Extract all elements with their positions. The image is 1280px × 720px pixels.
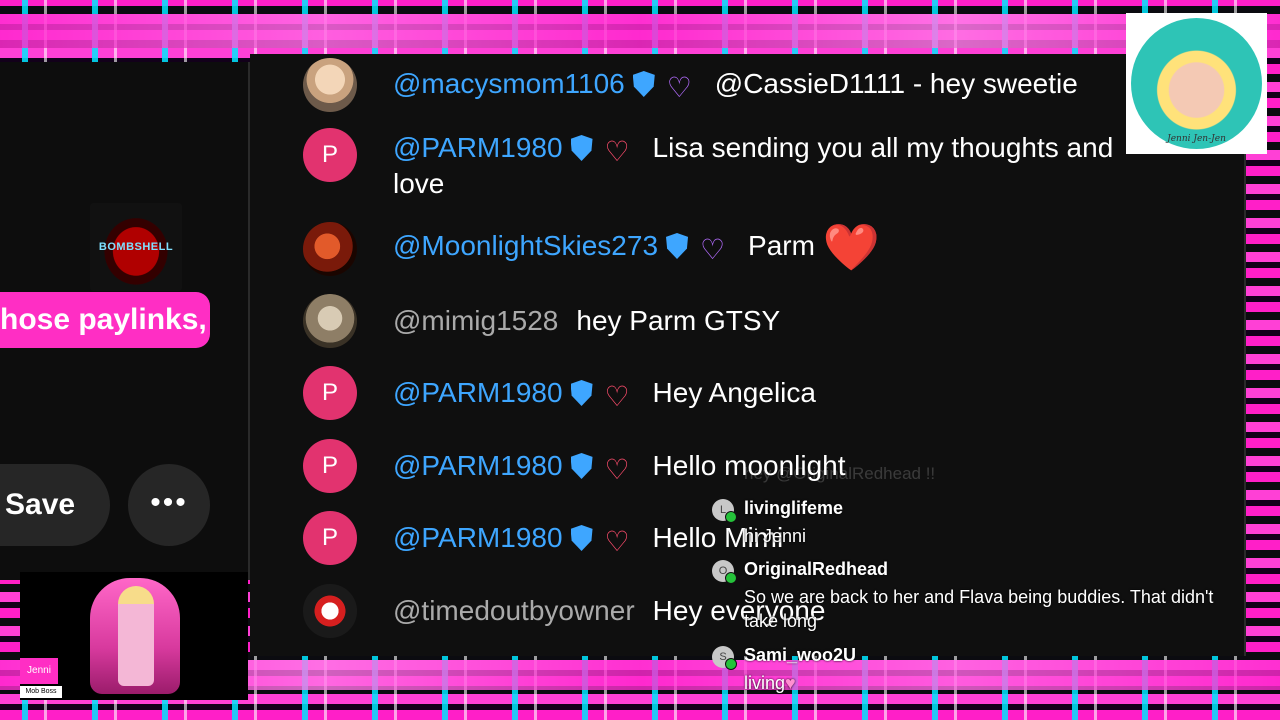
verified-shield-icon — [570, 135, 593, 161]
verified-shield-icon — [570, 453, 593, 479]
lips-thumbnail[interactable]: BOMBSHELL — [90, 203, 182, 291]
user-badge-icon: L — [712, 499, 737, 523]
user-avatar[interactable]: P — [303, 128, 357, 182]
chat-line: @PARM1980 ♡ Lisa sending you all my though… — [393, 130, 1154, 202]
overlay-username: Sami_woo2U — [744, 645, 857, 665]
overlay-message: hi Jenni — [744, 526, 807, 546]
chat-text: hey Parm GTSY — [576, 305, 781, 336]
overlay-message: So we are back to her and Flava being bu… — [744, 587, 1214, 631]
chat-author[interactable]: @macysmom1106 — [393, 68, 625, 99]
user-avatar[interactable] — [303, 58, 357, 112]
user-avatar[interactable]: P — [303, 366, 357, 420]
user-avatar[interactable] — [303, 294, 357, 348]
paylinks-bubble: hose paylinks, — [0, 292, 210, 348]
more-options-button[interactable]: ••• — [128, 464, 210, 546]
chat-author[interactable]: @MoonlightSkies273 — [393, 230, 658, 261]
chat-text: Parm — [748, 230, 815, 261]
thumbnail-label: BOMBSHELL — [98, 241, 174, 253]
avatar-name-tag: Jenni — [20, 658, 58, 684]
stream-overlay-chat: hey @OriginalRedhead !! L livinglifeme h… — [706, 460, 1246, 700]
heart-emoji: ❤️ — [822, 221, 880, 273]
save-button[interactable]: Save — [0, 464, 110, 546]
user-avatar[interactable]: P — [303, 511, 357, 565]
chat-author[interactable]: @PARM1980 — [393, 450, 563, 481]
left-panel: BOMBSHELL hose paylinks, Save ••• — [0, 62, 250, 580]
purple-heart-icon: ♡ — [666, 72, 692, 103]
verified-shield-icon — [570, 380, 593, 406]
chat-author[interactable]: @PARM1980 — [393, 522, 563, 553]
chat-line: @MoonlightSkies273 ♡ Parm ❤️ — [393, 224, 1154, 270]
jenni-logo: Jenni Jen-Jen — [1126, 13, 1267, 154]
user-badge-icon: S — [712, 646, 737, 670]
purple-heart-icon: ♡ — [700, 234, 726, 265]
overlay-faded-message: hey @OriginalRedhead !! — [744, 464, 936, 483]
frame-top-band — [0, 14, 1280, 48]
user-avatar[interactable]: P — [303, 439, 357, 493]
chat-author[interactable]: @PARM1980 — [393, 377, 563, 408]
chat-author[interactable]: @PARM1980 — [393, 132, 563, 163]
user-badge-icon: O — [712, 560, 737, 584]
overlay-message: living♥ — [744, 671, 1226, 695]
streamer-avatar-card: Jenni Mob Boss — [20, 572, 248, 700]
pink-heart-icon: ♥ — [785, 673, 796, 693]
chat-line: @mimig1528 hey Parm GTSY — [393, 303, 1154, 339]
overlay-message-text: living — [744, 673, 786, 693]
chat-text: Hey Angelica — [652, 377, 816, 408]
chat-author[interactable]: @mimig1528 — [393, 305, 558, 336]
avatar-role-tag: Mob Boss — [20, 686, 62, 698]
chat-line: @macysmom1106 ♡ @CassieD1111 - hey sweetie — [393, 66, 1154, 102]
chat-line: @PARM1980 ♡ Hey Angelica — [393, 375, 1154, 411]
verified-shield-icon — [632, 71, 655, 97]
overlay-username: OriginalRedhead — [744, 559, 889, 579]
logo-illustration — [1131, 18, 1262, 149]
logo-signature: Jenni Jen-Jen — [1167, 134, 1226, 144]
user-avatar[interactable] — [303, 584, 357, 638]
overlay-username: livinglifeme — [744, 498, 844, 518]
verified-shield-icon — [666, 233, 689, 259]
avatar-figure-illustration — [118, 586, 154, 686]
chat-text: @CassieD1111 - hey sweetie — [714, 68, 1078, 99]
red-heart-icon: ♡ — [604, 381, 630, 412]
red-heart-icon: ♡ — [604, 526, 630, 557]
verified-shield-icon — [570, 525, 593, 551]
chat-author[interactable]: @timedoutbyowner — [393, 595, 635, 626]
red-heart-icon: ♡ — [604, 454, 630, 485]
user-avatar[interactable] — [303, 222, 357, 276]
red-heart-icon: ♡ — [604, 136, 630, 167]
